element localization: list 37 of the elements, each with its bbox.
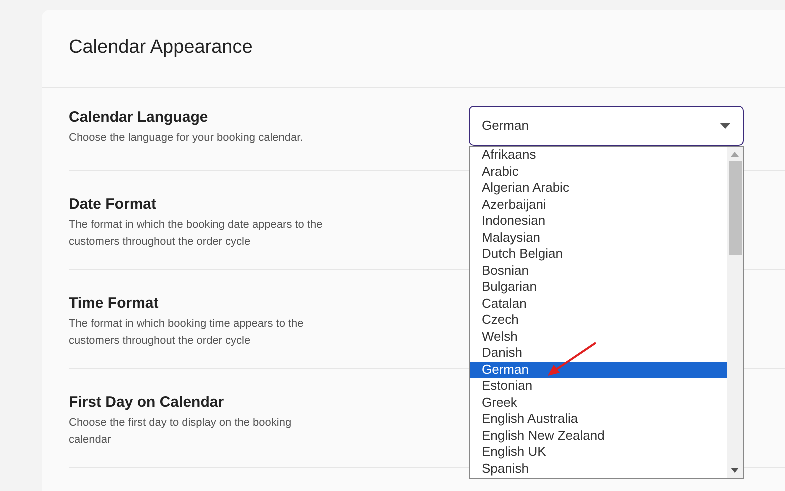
dropdown-option[interactable]: Arabic — [470, 164, 727, 180]
setting-description: Choose the language for your booking calendar. — [69, 131, 304, 146]
pointer-arrow — [546, 341, 598, 378]
scrollbar[interactable] — [727, 147, 743, 478]
dropdown-option[interactable]: Indonesian — [470, 213, 727, 230]
dropdown-option[interactable]: Czech — [470, 312, 727, 328]
dropdown-option[interactable]: Greek — [470, 394, 727, 411]
dropdown-option[interactable]: Bosnian — [470, 262, 727, 279]
dropdown-option[interactable]: English Australia — [470, 411, 727, 428]
setting-title: Calendar Language — [69, 108, 210, 128]
setting-title: First Day on Calendar — [69, 393, 226, 413]
dropdown-option[interactable]: Estonian — [470, 378, 727, 394]
dropdown-option[interactable]: Welsh — [470, 328, 727, 345]
card-title: Calendar Appearance — [69, 36, 253, 60]
setting-description: The format in which the booking date appears to the customers throughout the order cycle — [69, 218, 324, 250]
setting-description: Choose the first day to display on the booking calendar — [69, 416, 293, 448]
dropdown-option[interactable]: Danish — [470, 345, 727, 362]
scroll-down-icon[interactable] — [731, 468, 739, 473]
dropdown-option[interactable]: Afrikaans — [470, 147, 727, 164]
dropdown-option[interactable]: Catalan — [470, 296, 727, 312]
scroll-up-icon[interactable] — [731, 152, 739, 157]
dropdown-option[interactable]: Spanish — [470, 460, 727, 477]
dropdown-option[interactable]: Malaysian — [470, 230, 727, 246]
setting-title: Time Format — [69, 294, 160, 314]
setting-description: The format in which booking time appears to the customers throughout the order cycle — [69, 317, 305, 349]
dropdown-option[interactable]: Azerbaijani — [470, 196, 727, 213]
language-select[interactable]: German — [469, 106, 744, 146]
dropdown-option[interactable]: English UK — [470, 444, 727, 460]
select-value: German — [482, 117, 529, 136]
caret-icon — [720, 123, 731, 129]
dropdown-option[interactable]: German — [470, 362, 727, 378]
dropdown-option[interactable]: Algerian Arabic — [470, 180, 727, 196]
setting-title: Date Format — [69, 195, 158, 215]
dropdown-option[interactable]: Dutch Belgian — [470, 246, 727, 262]
scrollbar-thumb[interactable] — [728, 161, 742, 255]
dropdown-option[interactable]: English New Zealand — [470, 428, 727, 444]
dropdown-option[interactable]: Bulgarian — [470, 279, 727, 296]
